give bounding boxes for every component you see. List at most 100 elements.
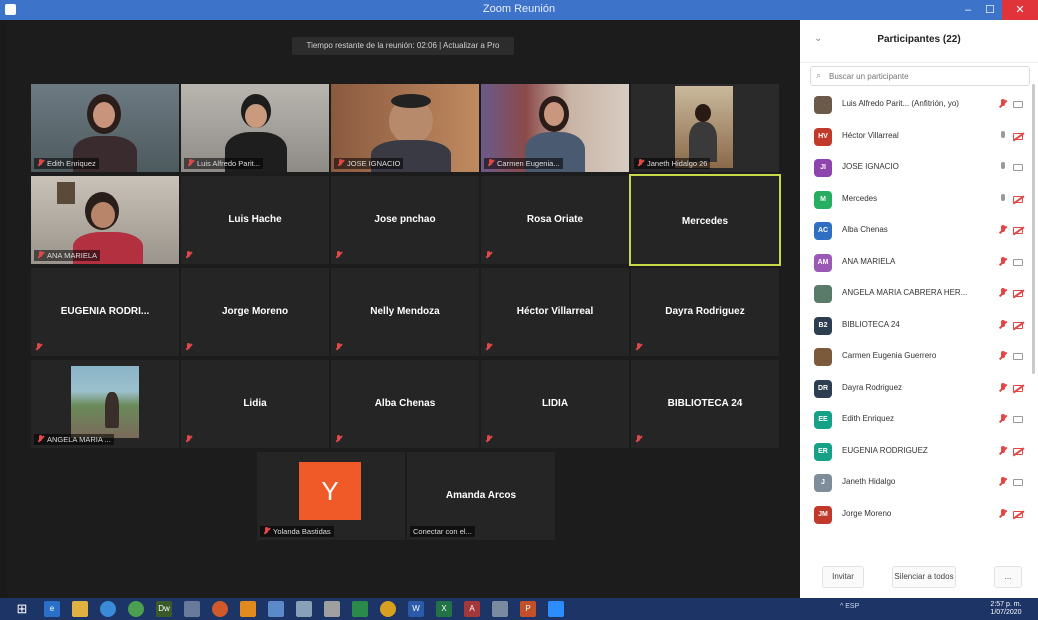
camera-icon[interactable] <box>1013 132 1023 140</box>
camera-icon[interactable] <box>1013 353 1023 360</box>
microphone-icon[interactable] <box>998 162 1008 173</box>
video-tile[interactable]: Luis Hache <box>181 176 329 264</box>
participant-row[interactable]: B2 BIBLIOTECA 24 <box>800 311 1038 341</box>
microphone-icon[interactable] <box>998 99 1008 110</box>
access-icon[interactable]: A <box>464 601 480 617</box>
video-tile[interactable]: Jose pnchao <box>331 176 479 264</box>
microphone-icon[interactable] <box>998 477 1008 488</box>
muted-mic-icon <box>185 435 192 444</box>
video-tile[interactable]: Rosa Oriate <box>481 176 629 264</box>
participant-row[interactable]: AC Alba Chenas <box>800 216 1038 246</box>
video-tile[interactable]: Lidia <box>181 360 329 448</box>
more-button[interactable]: ... <box>994 566 1022 588</box>
scrollbar[interactable] <box>1032 84 1035 374</box>
participant-row[interactable]: Luis Alfredo Parit... (Anfitrión, yo) <box>800 90 1038 120</box>
excel-icon[interactable]: X <box>436 601 452 617</box>
video-tile[interactable]: ANGELA MARIA ... <box>31 360 179 448</box>
participant-name: Alba Chenas <box>842 225 888 234</box>
video-tile[interactable]: BIBLIOTECA 24 <box>631 360 779 448</box>
app-icon[interactable] <box>212 601 228 617</box>
panel-header: ⌄ Participantes (22) <box>800 20 1038 63</box>
active-speaker-tile[interactable]: Mercedes <box>629 174 781 266</box>
microphone-icon[interactable] <box>998 508 1008 520</box>
app-icon[interactable] <box>268 601 284 617</box>
video-tile[interactable]: Nelly Mendoza <box>331 268 479 356</box>
camera-icon[interactable] <box>1013 416 1023 423</box>
camera-icon[interactable] <box>1013 227 1023 234</box>
microphone-icon[interactable] <box>998 256 1008 268</box>
participant-row[interactable]: AM ANA MARIELA <box>800 248 1038 278</box>
video-tile[interactable]: ANA MARIELA <box>31 176 179 264</box>
app-icon[interactable] <box>324 601 340 617</box>
minimize-button[interactable]: – <box>958 0 978 20</box>
zoom-icon[interactable] <box>548 601 564 617</box>
app-icon[interactable] <box>184 601 200 617</box>
video-tile[interactable]: JOSE IGNACIO <box>331 84 479 172</box>
microphone-icon[interactable] <box>998 382 1008 394</box>
microphone-icon[interactable] <box>998 414 1008 425</box>
search-input[interactable] <box>827 69 1027 84</box>
participant-row[interactable]: JI JOSE IGNACIO <box>800 153 1038 183</box>
close-button[interactable]: ✕ <box>1002 0 1038 20</box>
powerpoint-icon[interactable]: P <box>520 601 536 617</box>
microphone-icon[interactable] <box>998 351 1008 362</box>
video-tile[interactable]: Edith Enriquez <box>31 84 179 172</box>
camera-icon[interactable] <box>1013 258 1023 266</box>
dreamweaver-icon[interactable]: Dw <box>156 601 172 617</box>
microphone-icon[interactable] <box>998 319 1008 331</box>
microphone-icon[interactable] <box>998 193 1008 205</box>
chrome-icon[interactable] <box>380 601 396 617</box>
camera-icon[interactable] <box>1013 447 1023 455</box>
maximize-button[interactable]: ☐ <box>980 0 1000 20</box>
participant-row[interactable]: Carmen Eugenia Guerrero <box>800 342 1038 372</box>
participant-row[interactable]: EE Edith Enriquez <box>800 405 1038 435</box>
microphone-icon[interactable] <box>998 445 1008 457</box>
chrome-icon[interactable] <box>128 601 144 617</box>
video-tile[interactable]: Carmen Eugenia... <box>481 84 629 172</box>
camera-icon[interactable] <box>1013 290 1023 297</box>
video-tile[interactable]: Dayra Rodriguez <box>631 268 779 356</box>
participant-row[interactable]: JM Jorge Moreno <box>800 500 1038 530</box>
video-tile[interactable]: Janeth Hidalgo 26 <box>631 84 779 172</box>
participant-row[interactable]: DR Dayra Rodriguez <box>800 374 1038 404</box>
mute-all-button[interactable]: Silenciar a todos <box>892 566 956 588</box>
microphone-icon[interactable] <box>998 288 1008 299</box>
edge-icon[interactable]: e <box>44 601 60 617</box>
participant-row[interactable]: J Janeth Hidalgo <box>800 468 1038 498</box>
search-box[interactable]: ⌕ <box>810 66 1030 86</box>
app-icon[interactable] <box>492 601 508 617</box>
participant-row[interactable]: HV Héctor Villarreal <box>800 122 1038 152</box>
meeting-timer[interactable]: Tiempo restante de la reunión: 02:06 | A… <box>292 37 514 55</box>
video-tile[interactable]: LIDIA <box>481 360 629 448</box>
participant-row[interactable]: M Mercedes <box>800 185 1038 215</box>
app-icon[interactable] <box>240 601 256 617</box>
app-icon[interactable] <box>296 601 312 617</box>
camera-icon[interactable] <box>1013 195 1023 203</box>
windows-start-icon[interactable]: ⊞ <box>14 601 30 617</box>
camera-icon[interactable] <box>1013 101 1023 108</box>
video-tile[interactable]: EUGENIA RODRI... <box>31 268 179 356</box>
clock[interactable]: 2:57 p. m. 1/07/2020 <box>978 601 1034 617</box>
camera-icon[interactable] <box>1013 321 1023 329</box>
camera-icon[interactable] <box>1013 479 1023 486</box>
camera-icon[interactable] <box>1013 164 1023 171</box>
word-icon[interactable]: W <box>408 601 424 617</box>
video-tile[interactable]: Luis Alfredo Parit... <box>181 84 329 172</box>
video-tile[interactable]: Alba Chenas <box>331 360 479 448</box>
microphone-icon[interactable] <box>998 225 1008 236</box>
participant-row[interactable]: ANGELA MARIA CABRERA HER... <box>800 279 1038 309</box>
video-tile[interactable]: Héctor Villarreal <box>481 268 629 356</box>
invite-button[interactable]: Invitar <box>822 566 864 588</box>
app-icon[interactable] <box>352 601 368 617</box>
video-tile[interactable]: Jorge Moreno <box>181 268 329 356</box>
camera-icon[interactable] <box>1013 384 1023 392</box>
video-tile[interactable]: Amanda Arcos Conectar con el... <box>407 452 555 540</box>
tile-label: Conectar con el... <box>410 526 475 537</box>
folder-icon[interactable] <box>72 601 88 617</box>
system-tray[interactable]: ^ ESP <box>840 603 859 610</box>
microphone-icon[interactable] <box>998 130 1008 142</box>
video-tile[interactable]: Y Yolanda Bastidas <box>257 452 405 540</box>
participant-row[interactable]: ER EUGENIA RODRIGUEZ <box>800 437 1038 467</box>
camera-icon[interactable] <box>1013 510 1023 518</box>
browser-icon[interactable] <box>100 601 116 617</box>
